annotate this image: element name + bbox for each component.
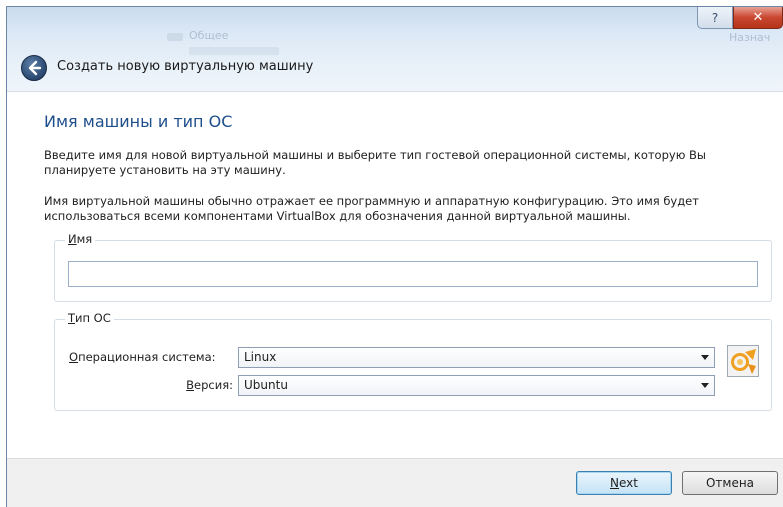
os-type-label-mnemonic: Т <box>68 311 76 325</box>
help-button[interactable]: ? <box>697 7 733 29</box>
title-bar: Общее Назнач Создать новую виртуальную м… <box>7 7 783 92</box>
chevron-down-icon <box>700 352 710 362</box>
os-type-group: Тип ОС Операционная система: Linux Верси… <box>54 311 772 411</box>
page-title: Имя машины и тип ОС <box>44 112 233 131</box>
background-window-icon <box>167 33 183 41</box>
os-select-value: Linux <box>244 350 277 364</box>
version-label-rest: ерсия: <box>194 378 233 392</box>
back-button[interactable] <box>21 55 47 81</box>
cancel-button[interactable]: Отмена <box>682 471 778 495</box>
note-text: Имя виртуальной машины обычно отражает е… <box>44 194 699 223</box>
os-label: Операционная система: <box>69 350 216 364</box>
version-label-mnemonic: В <box>186 378 195 392</box>
name-group: Имя <box>54 232 772 302</box>
os-label-rest: перационная система: <box>78 350 216 364</box>
machine-name-input[interactable] <box>68 261 758 287</box>
back-arrow-icon <box>28 60 42 76</box>
version-select-value: Ubuntu <box>244 378 288 392</box>
window-title: Создать новую виртуальную машину <box>57 59 314 74</box>
os-label-mnemonic: О <box>69 350 79 364</box>
wizard-window: Общее Назнач Создать новую виртуальную м… <box>6 6 783 507</box>
next-label-mnemonic: N <box>610 476 619 490</box>
next-button[interactable]: Next <box>576 471 672 495</box>
help-icon: ? <box>711 10 719 25</box>
name-label-rest: мя <box>76 232 93 246</box>
next-label-rest: ext <box>619 476 638 490</box>
background-window-line <box>189 47 279 55</box>
version-select[interactable]: Ubuntu <box>238 375 715 396</box>
close-icon: ✕ <box>752 10 764 25</box>
button-bar: Next Отмена <box>7 458 783 507</box>
intro-text: Введите имя для новой виртуальной машины… <box>44 148 707 177</box>
version-label: Версия: <box>69 378 233 392</box>
ubuntu-os-icon <box>727 345 759 377</box>
background-window-item-right: Назнач <box>729 31 771 44</box>
os-type-group-label: Тип ОС <box>65 311 114 325</box>
os-type-label-rest: ип ОС <box>75 311 111 325</box>
caption-buttons: ? ✕ <box>697 7 783 29</box>
background-window-item: Общее <box>189 29 229 42</box>
os-select[interactable]: Linux <box>238 347 715 368</box>
chevron-down-icon <box>700 380 710 390</box>
name-label-mnemonic: И <box>68 232 77 246</box>
wizard-content: Имя машины и тип ОС Введите имя для ново… <box>7 92 783 460</box>
name-group-label: Имя <box>65 232 96 246</box>
cancel-label: Отмена <box>705 476 755 490</box>
close-button[interactable]: ✕ <box>733 7 783 29</box>
